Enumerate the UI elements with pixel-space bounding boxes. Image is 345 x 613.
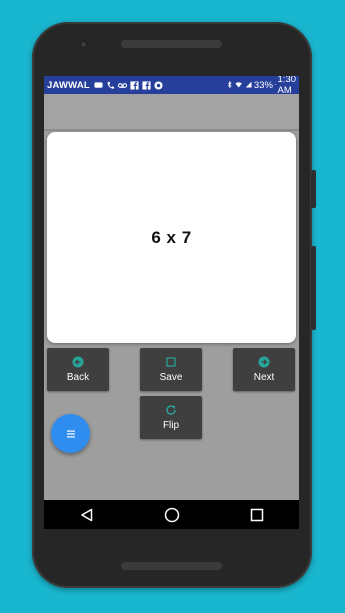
flip-button-label: Flip xyxy=(162,420,180,431)
message-icon xyxy=(94,81,103,88)
app-icon xyxy=(154,80,163,90)
menu-icon xyxy=(66,425,76,443)
nav-back-button[interactable] xyxy=(67,500,107,529)
square-outline-icon xyxy=(165,356,177,368)
battery-percent: 33% xyxy=(253,79,273,91)
nav-recents-button[interactable] xyxy=(237,500,277,529)
recents-square-icon xyxy=(250,508,263,521)
arrow-left-circle-icon xyxy=(72,356,84,368)
volume-button xyxy=(311,246,316,330)
bluetooth-icon xyxy=(228,81,232,89)
notification-icons xyxy=(94,80,163,90)
back-button[interactable]: Back xyxy=(47,348,109,391)
facebook-icon xyxy=(130,80,139,90)
save-button-label: Save xyxy=(159,372,183,383)
voicemail-icon xyxy=(117,82,127,88)
clock: 1:30 AM xyxy=(277,76,297,96)
home-circle-icon xyxy=(164,507,179,522)
facebook-icon xyxy=(142,80,151,90)
back-triangle-icon xyxy=(80,508,92,521)
screen: JAWWAL 33% 1:30 AM 6 x 7 Back Save Next … xyxy=(44,76,299,528)
back-button-label: Back xyxy=(66,372,90,383)
next-button[interactable]: Next xyxy=(233,348,295,391)
system-icons: 33% 1:30 AM xyxy=(226,76,296,96)
refresh-icon xyxy=(165,404,177,416)
front-camera xyxy=(79,40,88,49)
battery-icon xyxy=(274,84,276,86)
app-bar-divider xyxy=(44,129,299,131)
flashcard[interactable]: 6 x 7 xyxy=(47,132,296,343)
wifi-icon xyxy=(235,82,243,88)
earpiece-speaker xyxy=(121,40,222,48)
menu-fab[interactable] xyxy=(51,414,90,453)
flashcard-text: 6 x 7 xyxy=(151,227,192,247)
status-bar: JAWWAL 33% 1:30 AM xyxy=(44,76,299,96)
flip-button[interactable]: Flip xyxy=(140,396,202,439)
signal-icon xyxy=(245,82,252,88)
arrow-right-circle-icon xyxy=(258,356,270,368)
save-button[interactable]: Save xyxy=(140,348,202,391)
app-bar xyxy=(44,94,299,129)
next-button-label: Next xyxy=(253,372,275,383)
call-icon xyxy=(107,81,115,89)
bottom-speaker xyxy=(121,562,222,570)
power-button xyxy=(311,170,316,208)
android-nav-bar xyxy=(44,500,299,529)
nav-home-button[interactable] xyxy=(152,500,192,529)
carrier-label: JAWWAL xyxy=(47,79,90,91)
